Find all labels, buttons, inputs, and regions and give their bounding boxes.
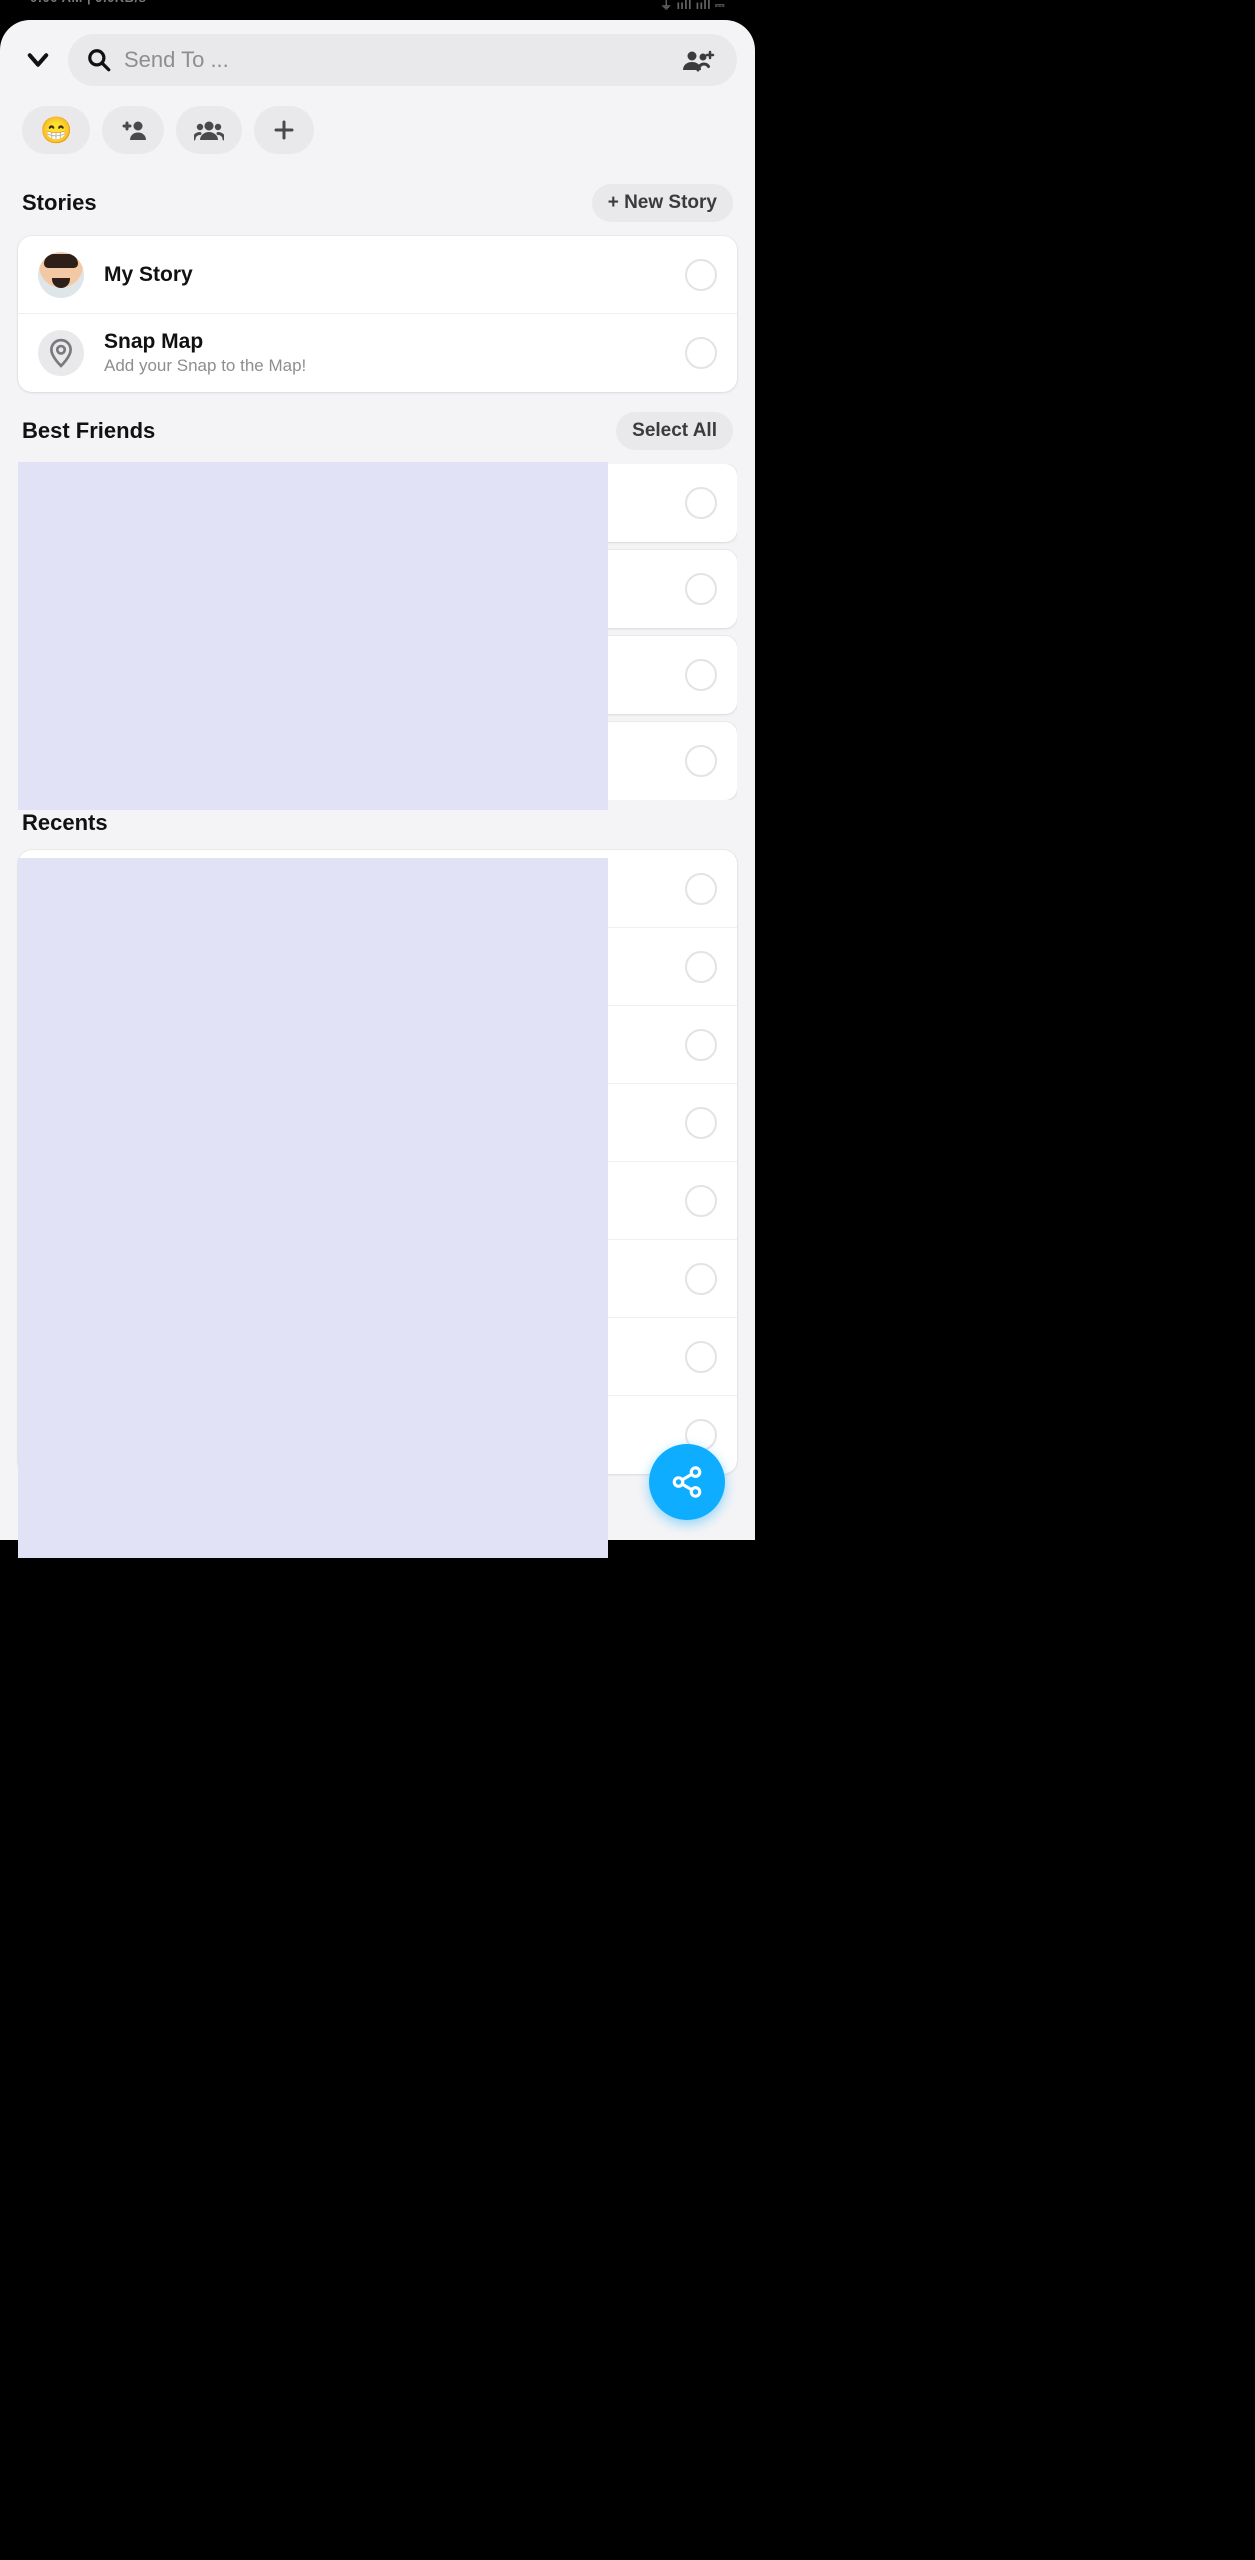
send-fab[interactable] [649,1444,725,1520]
select-radio[interactable] [685,1185,717,1217]
status-indicators: ⏚ ııll ııll ⎓ [660,0,725,13]
chevron-down-icon [24,46,52,74]
status-bar: 0:00 AM | 9.0KB/s ⏚ ııll ııll ⎓ [0,0,755,20]
select-radio[interactable] [685,659,717,691]
select-radio[interactable] [685,573,717,605]
status-time-net: 0:00 AM | 9.0KB/s [30,0,146,5]
redaction-overlay [18,858,608,1558]
group-icon [194,119,224,141]
select-radio[interactable] [685,873,717,905]
select-radio[interactable] [685,745,717,777]
new-story-button[interactable]: + New Story [592,184,733,222]
filter-add[interactable] [254,106,314,154]
section-title-best-friends: Best Friends [22,418,155,444]
section-title-stories: Stories [22,190,97,216]
avatar-map [38,330,84,376]
story-row-my-story[interactable]: My Story [18,236,737,314]
row-title: My Story [104,263,665,287]
send-sheet: 😁 Stories + New Story My Story [0,20,755,1540]
filter-add-friend[interactable] [102,106,164,154]
select-radio[interactable] [685,259,717,291]
best-friends-wrap [18,464,737,800]
add-group-icon [681,46,715,74]
select-radio[interactable] [685,1341,717,1373]
select-radio[interactable] [685,1263,717,1295]
redaction-overlay [18,462,608,810]
select-radio[interactable] [685,487,717,519]
bitmoji-icon [38,252,84,298]
filter-best-friends-emoji[interactable]: 😁 [22,106,90,154]
grin-emoji-icon: 😁 [40,115,72,146]
select-all-button[interactable]: Select All [616,412,733,450]
plus-icon [273,119,295,141]
story-row-snap-map[interactable]: Snap Map Add your Snap to the Map! [18,314,737,392]
recents-wrap [18,850,737,1474]
avatar [38,252,84,298]
row-title: Snap Map [104,330,665,354]
select-radio[interactable] [685,1029,717,1061]
add-friends-button[interactable] [681,46,719,74]
search-input[interactable] [124,47,669,73]
select-radio[interactable] [685,951,717,983]
add-friend-icon [120,119,146,141]
search-bar[interactable] [68,34,737,86]
collapse-button[interactable] [18,40,58,80]
section-header-best-friends: Best Friends Select All [18,412,737,450]
top-row [18,34,737,86]
section-title-recents: Recents [22,810,108,836]
search-icon [86,47,112,73]
stories-card: My Story Snap Map Add your Snap to the M… [18,236,737,392]
section-header-stories: Stories + New Story [18,184,737,222]
select-radio[interactable] [685,1107,717,1139]
select-radio[interactable] [685,337,717,369]
filter-groups[interactable] [176,106,242,154]
filter-row: 😁 [18,106,737,154]
map-pin-icon [48,338,74,368]
share-icon [670,1465,704,1499]
section-header-recents: Recents [18,810,737,836]
row-subtitle: Add your Snap to the Map! [104,356,665,376]
